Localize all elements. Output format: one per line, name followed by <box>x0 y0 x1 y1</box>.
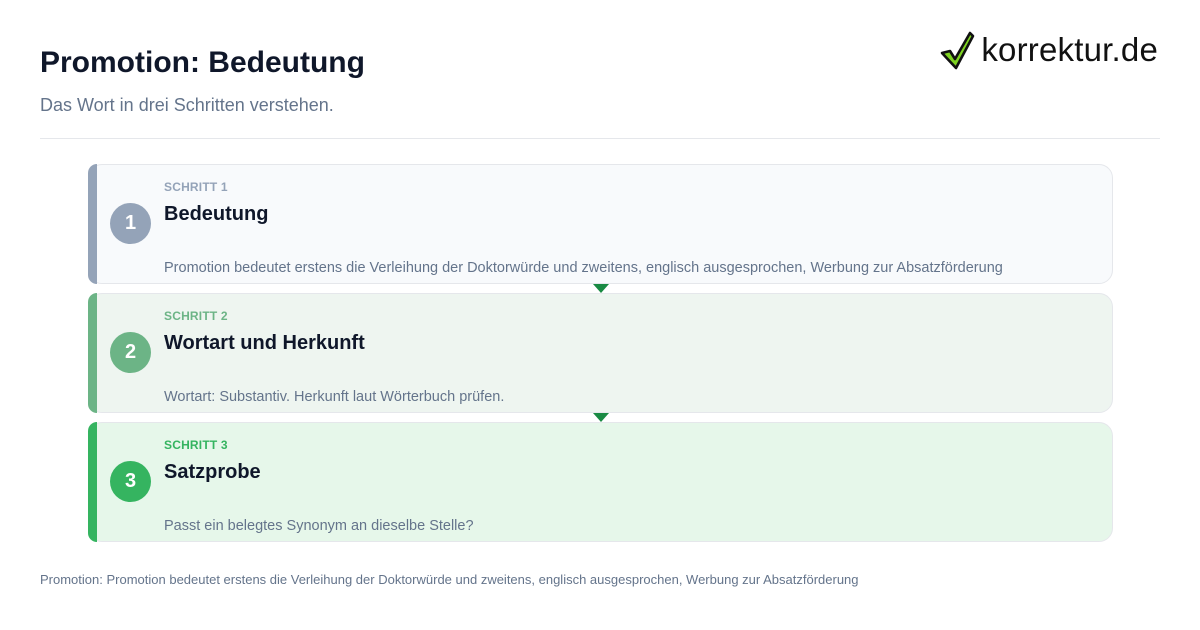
page-header: Promotion: Bedeutung Das Wort in drei Sc… <box>40 44 860 117</box>
footer-note: Promotion: Promotion bedeutet erstens di… <box>40 572 859 587</box>
step-accent-bar <box>88 164 97 284</box>
step-accent-bar <box>88 293 97 413</box>
page-subtitle: Das Wort in drei Schritten verstehen. <box>40 95 334 115</box>
step-text: Promotion bedeutet erstens die Verleihun… <box>164 260 1003 276</box>
down-arrow-icon <box>593 284 609 293</box>
step-number-badge: 3 <box>110 461 151 502</box>
step-kicker: SCHRITT 2 <box>164 309 228 323</box>
step-accent-bar <box>88 422 97 542</box>
check-mark-icon <box>941 31 975 70</box>
step-title: Wortart und Herkunft <box>164 332 365 354</box>
step-text: Wortart: Substantiv. Herkunft laut Wörte… <box>164 389 505 405</box>
step-card-3: 3 SCHRITT 3 Satzprobe Passt ein belegtes… <box>88 422 1113 542</box>
step-title: Satzprobe <box>164 461 261 483</box>
step-number-badge: 1 <box>110 203 151 244</box>
page-title: Promotion: Bedeutung <box>40 46 365 79</box>
step-kicker: SCHRITT 1 <box>164 180 228 194</box>
down-arrow-icon <box>593 413 609 422</box>
steps-list: 1 SCHRITT 1 Bedeutung Promotion bedeutet… <box>88 164 1113 551</box>
header-divider <box>40 138 1160 139</box>
brand-name: korrektur.de <box>981 31 1158 68</box>
step-card-2: 2 SCHRITT 2 Wortart und Herkunft Wortart… <box>88 293 1113 413</box>
step-title: Bedeutung <box>164 203 269 225</box>
step-kicker: SCHRITT 3 <box>164 438 228 452</box>
brand-logo[interactable]: korrektur.de <box>939 30 1158 70</box>
step-number-badge: 2 <box>110 332 151 373</box>
step-text: Passt ein belegtes Synonym an dieselbe S… <box>164 518 474 534</box>
step-card-1: 1 SCHRITT 1 Bedeutung Promotion bedeutet… <box>88 164 1113 284</box>
